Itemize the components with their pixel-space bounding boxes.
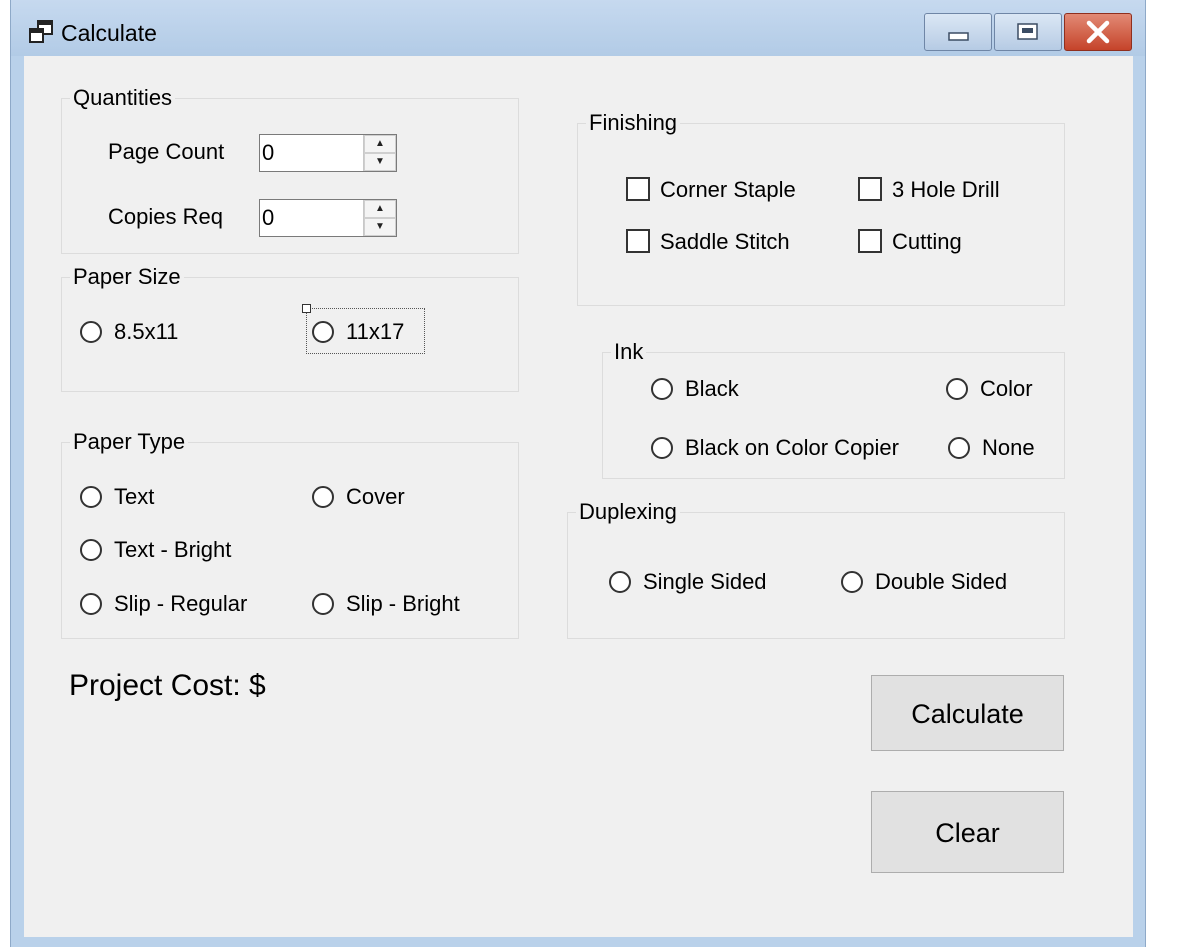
checkbox-3-hole-drill[interactable] bbox=[858, 177, 882, 201]
radio-11x17[interactable] bbox=[312, 321, 334, 343]
selection-handle bbox=[302, 304, 311, 313]
checkbox-saddle-stitch[interactable] bbox=[626, 229, 650, 253]
radio-text-label[interactable]: Text bbox=[114, 483, 154, 511]
calculate-window: Calculate Quantities Page Count 0 ▲ ▼ Co… bbox=[10, 0, 1146, 947]
close-button[interactable] bbox=[1064, 13, 1132, 51]
radio-single-sided[interactable] bbox=[609, 571, 631, 593]
minimize-icon bbox=[948, 32, 969, 41]
copies-req-stepper[interactable]: 0 ▲ ▼ bbox=[259, 199, 397, 237]
radio-black-label[interactable]: Black bbox=[685, 375, 739, 403]
window-title: Calculate bbox=[61, 20, 157, 46]
radio-color-label[interactable]: Color bbox=[980, 375, 1033, 403]
checkbox-corner-staple-label[interactable]: Corner Staple bbox=[660, 176, 796, 204]
radio-slip-regular-label[interactable]: Slip - Regular bbox=[114, 590, 247, 618]
project-cost-label: Project Cost: $ bbox=[69, 669, 266, 702]
spin-down-arrow-icon[interactable]: ▼ bbox=[364, 153, 396, 171]
radio-slip-bright-label[interactable]: Slip - Bright bbox=[346, 590, 460, 618]
page-count-value[interactable]: 0 bbox=[262, 139, 274, 167]
checkbox-corner-staple[interactable] bbox=[626, 177, 650, 201]
radio-none-label[interactable]: None bbox=[982, 434, 1035, 462]
calculate-button[interactable]: Calculate bbox=[871, 675, 1064, 751]
ink-group-title: Ink bbox=[611, 338, 647, 366]
checkbox-cutting[interactable] bbox=[858, 229, 882, 253]
copies-req-value[interactable]: 0 bbox=[262, 204, 274, 232]
radio-11x17-label[interactable]: 11x17 bbox=[346, 318, 404, 346]
checkbox-saddle-stitch-label[interactable]: Saddle Stitch bbox=[660, 228, 790, 256]
maximize-button[interactable] bbox=[994, 13, 1062, 51]
paper-size-group-title: Paper Size bbox=[70, 263, 184, 291]
radio-slip-regular[interactable] bbox=[80, 593, 102, 615]
paper-size-group: Paper Size 8.5x11 11x17 bbox=[61, 263, 519, 392]
radio-8-5x11[interactable] bbox=[80, 321, 102, 343]
spin-up-arrow-icon[interactable]: ▲ bbox=[364, 135, 396, 153]
radio-slip-bright[interactable] bbox=[312, 593, 334, 615]
client-area: Quantities Page Count 0 ▲ ▼ Copies Req 0… bbox=[24, 56, 1133, 937]
page-count-stepper[interactable]: 0 ▲ ▼ bbox=[259, 134, 397, 172]
spin-up-arrow-icon[interactable]: ▲ bbox=[364, 200, 396, 218]
duplexing-group: Duplexing Single Sided Double Sided bbox=[567, 498, 1065, 639]
radio-cover-label[interactable]: Cover bbox=[346, 483, 405, 511]
radio-double-sided[interactable] bbox=[841, 571, 863, 593]
radio-color[interactable] bbox=[946, 378, 968, 400]
spin-down-arrow-icon[interactable]: ▼ bbox=[364, 218, 396, 236]
close-icon bbox=[1086, 20, 1110, 44]
page-count-label: Page Count bbox=[108, 139, 225, 164]
radio-cover[interactable] bbox=[312, 486, 334, 508]
maximize-icon bbox=[1017, 23, 1038, 40]
quantities-group: Quantities Page Count 0 ▲ ▼ Copies Req 0… bbox=[61, 84, 519, 254]
page-count-spin-buttons: ▲ ▼ bbox=[363, 135, 396, 171]
title-bar[interactable]: Calculate bbox=[11, 0, 1145, 56]
copies-req-label: Copies Req bbox=[108, 204, 223, 229]
checkbox-cutting-label[interactable]: Cutting bbox=[892, 228, 962, 256]
radio-none[interactable] bbox=[948, 437, 970, 459]
radio-double-sided-label[interactable]: Double Sided bbox=[875, 568, 1007, 596]
paper-type-group: Paper Type Text Cover Text - Bright Slip… bbox=[61, 428, 519, 639]
finishing-group: Finishing Corner Staple 3 Hole Drill Sad… bbox=[577, 109, 1065, 306]
clear-button[interactable]: Clear bbox=[871, 791, 1064, 873]
app-window-icon bbox=[29, 20, 53, 43]
radio-black-on-color-copier[interactable] bbox=[651, 437, 673, 459]
radio-black[interactable] bbox=[651, 378, 673, 400]
radio-single-sided-label[interactable]: Single Sided bbox=[643, 568, 767, 596]
radio-text[interactable] bbox=[80, 486, 102, 508]
quantities-group-title: Quantities bbox=[70, 84, 176, 112]
finishing-group-title: Finishing bbox=[586, 109, 681, 137]
checkbox-3-hole-drill-label[interactable]: 3 Hole Drill bbox=[892, 176, 1000, 204]
minimize-button[interactable] bbox=[924, 13, 992, 51]
paper-type-group-title: Paper Type bbox=[70, 428, 189, 456]
copies-req-spin-buttons: ▲ ▼ bbox=[363, 200, 396, 236]
radio-black-on-color-copier-label[interactable]: Black on Color Copier bbox=[685, 434, 899, 462]
radio-text-bright[interactable] bbox=[80, 539, 102, 561]
radio-8-5x11-label[interactable]: 8.5x11 bbox=[114, 318, 178, 346]
radio-text-bright-label[interactable]: Text - Bright bbox=[114, 536, 231, 564]
ink-group: Ink Black Color Black on Color Copier No… bbox=[602, 338, 1065, 479]
duplexing-group-title: Duplexing bbox=[576, 498, 680, 526]
